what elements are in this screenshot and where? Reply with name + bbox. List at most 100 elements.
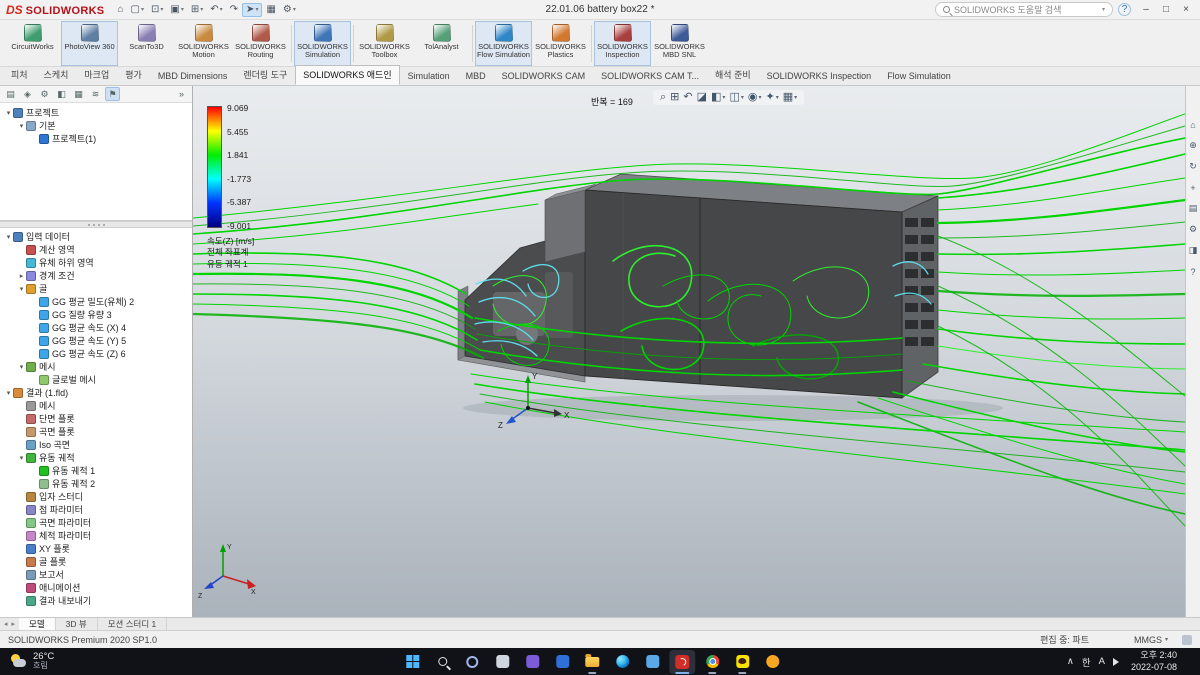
- expand-arrow-icon[interactable]: ▾: [17, 122, 26, 130]
- edge-icon[interactable]: [609, 650, 635, 674]
- tree-item[interactable]: GG 질량 유량 3: [0, 308, 192, 321]
- tree-item[interactable]: 곡면 파라미터: [0, 516, 192, 529]
- graphics-area[interactable]: X Y Z Y X Z: [193, 86, 1185, 617]
- panel-overflow-icon[interactable]: »: [174, 87, 189, 101]
- zoom-area-icon[interactable]: ⊞: [670, 92, 679, 103]
- tab-scroll-left-icon[interactable]: ◂: [4, 620, 8, 628]
- addin-solidworks-mbd-snl[interactable]: SOLIDWORKS MBD SNL: [651, 21, 708, 66]
- command-tab[interactable]: 스케치: [36, 65, 77, 85]
- tree-item[interactable]: 애니메이션: [0, 581, 192, 594]
- redo-icon[interactable]: ↷: [227, 4, 241, 16]
- command-tab[interactable]: SOLIDWORKS Inspection: [759, 68, 880, 85]
- status-options-icon[interactable]: [1182, 634, 1192, 645]
- section-icon[interactable]: ◨: [1187, 244, 1200, 257]
- help-search-input[interactable]: SOLIDWORKS 도움말 검색 ▾: [935, 2, 1113, 17]
- volume-icon[interactable]: [1112, 657, 1123, 666]
- addin-solidworks-toolbox[interactable]: SOLIDWORKS Toolbox: [356, 21, 413, 66]
- tab-scroll-right-icon[interactable]: ▸: [12, 620, 16, 628]
- tree-item[interactable]: 결과 내보내기: [0, 594, 192, 607]
- tree-item[interactable]: GG 평균 속도 (Y) 5: [0, 334, 192, 347]
- store-icon[interactable]: [519, 650, 545, 674]
- tree-item[interactable]: 점 파라미터: [0, 503, 192, 516]
- view-orientation-icon[interactable]: ◧ ▾: [711, 92, 725, 103]
- addin-scanto3d[interactable]: ScanTo3D: [118, 21, 175, 66]
- rotate-view-icon[interactable]: ↻: [1187, 160, 1200, 173]
- tree-item[interactable]: 메시: [0, 399, 192, 412]
- command-tab[interactable]: Flow Simulation: [879, 68, 959, 85]
- tree-item[interactable]: 유동 궤적 1: [0, 464, 192, 477]
- tree-item[interactable]: ▾ 입력 데이터: [0, 230, 192, 243]
- minimize-button[interactable]: –: [1136, 1, 1156, 18]
- flow-options-icon[interactable]: ⚙: [1187, 223, 1200, 236]
- tree-item[interactable]: ▾ 유동 궤적: [0, 451, 192, 464]
- tree-item[interactable]: GG 평균 밀도(유체) 2: [0, 295, 192, 308]
- model-tab[interactable]: 3D 뷰: [56, 618, 98, 630]
- zoom-icon[interactable]: ⊕: [1187, 139, 1200, 152]
- rebuild-icon[interactable]: ▦: [263, 4, 278, 16]
- options-icon[interactable]: ⚙ ▾: [280, 4, 299, 16]
- tree-item[interactable]: 단면 플롯: [0, 412, 192, 425]
- configuration-manager-tab-icon[interactable]: ⚙: [37, 87, 52, 101]
- hide-show-items-icon[interactable]: ◉ ▾: [748, 92, 762, 103]
- expand-arrow-icon[interactable]: ▾: [4, 389, 13, 397]
- tree-item[interactable]: 계산 영역: [0, 243, 192, 256]
- close-button[interactable]: ×: [1176, 1, 1196, 18]
- mesh-display-icon[interactable]: ▤: [1187, 202, 1200, 215]
- addin-photoview-360[interactable]: PhotoView 360: [61, 21, 118, 66]
- undo-icon[interactable]: ↶ ▾: [207, 4, 225, 16]
- cam-tree-tab-icon[interactable]: ≋: [88, 87, 103, 101]
- edit-appearance-icon[interactable]: ✦ ▾: [765, 92, 778, 103]
- tree-item[interactable]: XY 플롯: [0, 542, 192, 555]
- help-icon[interactable]: ?: [1187, 265, 1200, 278]
- mail-icon[interactable]: [549, 650, 575, 674]
- command-tab[interactable]: 평가: [117, 65, 150, 85]
- previous-view-icon[interactable]: ↶: [683, 92, 692, 103]
- command-tab[interactable]: SOLIDWORKS CAM: [494, 68, 594, 85]
- select-icon[interactable]: ➤ ▾: [242, 2, 263, 17]
- addin-solidworks-motion[interactable]: SOLIDWORKS Motion: [175, 21, 232, 66]
- zoom-fit-icon[interactable]: ⌕: [660, 92, 666, 103]
- maximize-button[interactable]: □: [1156, 1, 1176, 18]
- ime-latin-indicator[interactable]: A: [1099, 656, 1105, 667]
- tray-overflow-icon[interactable]: ∧: [1067, 656, 1074, 667]
- tree-item[interactable]: ▾ 골: [0, 282, 192, 295]
- units-dropdown[interactable]: MMGS ▾: [1134, 635, 1168, 645]
- tree-item[interactable]: ▾ 결과 (1.fld): [0, 386, 192, 399]
- addin-solidworks-simulation[interactable]: SOLIDWORKS Simulation: [294, 21, 351, 66]
- display-style-icon[interactable]: ◫ ▾: [729, 92, 743, 103]
- pan-icon[interactable]: +: [1187, 181, 1200, 194]
- panel-splitter[interactable]: [0, 221, 192, 228]
- graphics-viewport[interactable]: X Y Z Y X Z 9.069 5.455 1.841 -1.773 -5.3: [193, 86, 1185, 617]
- command-tab[interactable]: 마크업: [76, 65, 117, 85]
- expand-arrow-icon[interactable]: ▾: [4, 109, 13, 117]
- command-tab[interactable]: SOLIDWORKS 애드인: [295, 65, 400, 85]
- clock[interactable]: 오후 2:40 2022-07-08: [1131, 650, 1177, 673]
- new-document-icon[interactable]: ▢ ▾: [128, 4, 147, 16]
- tree-item[interactable]: 글로벌 메시: [0, 373, 192, 386]
- home-view-icon[interactable]: ⌂: [1187, 118, 1200, 131]
- tree-item[interactable]: 입자 스터디: [0, 490, 192, 503]
- tree-item[interactable]: GG 평균 속도 (Z) 6: [0, 347, 192, 360]
- battery-box-model[interactable]: [457, 173, 939, 399]
- tree-item[interactable]: ▾ 기본: [0, 119, 192, 132]
- addin-solidworks-plastics[interactable]: SOLIDWORKS Plastics: [532, 21, 589, 66]
- tree-item[interactable]: 보고서: [0, 568, 192, 581]
- save-icon[interactable]: ▣ ▾: [167, 4, 186, 16]
- file-explorer-icon[interactable]: [579, 650, 605, 674]
- command-tab[interactable]: 렌더링 도구: [235, 65, 295, 85]
- search-button[interactable]: [429, 650, 455, 674]
- addin-solidworks-routing[interactable]: SOLIDWORKS Routing: [232, 21, 289, 66]
- weather-widget[interactable]: 26°C 흐림: [4, 651, 60, 671]
- command-tab[interactable]: Simulation: [400, 68, 458, 85]
- task-view-icon[interactable]: [489, 650, 515, 674]
- expand-arrow-icon[interactable]: ▾: [17, 363, 26, 371]
- chrome-icon[interactable]: [699, 650, 725, 674]
- dimxpert-manager-tab-icon[interactable]: ◧: [54, 87, 69, 101]
- tree-item[interactable]: ▾ 프로젝트: [0, 106, 192, 119]
- command-tab[interactable]: MBD Dimensions: [150, 68, 236, 85]
- feature-manager-tab-icon[interactable]: ▤: [3, 87, 18, 101]
- help-button[interactable]: ?: [1118, 3, 1131, 16]
- command-tab[interactable]: 해석 준비: [707, 65, 759, 85]
- model-tab[interactable]: 모션 스터디 1: [98, 618, 168, 630]
- tree-item[interactable]: GG 평균 속도 (X) 4: [0, 321, 192, 334]
